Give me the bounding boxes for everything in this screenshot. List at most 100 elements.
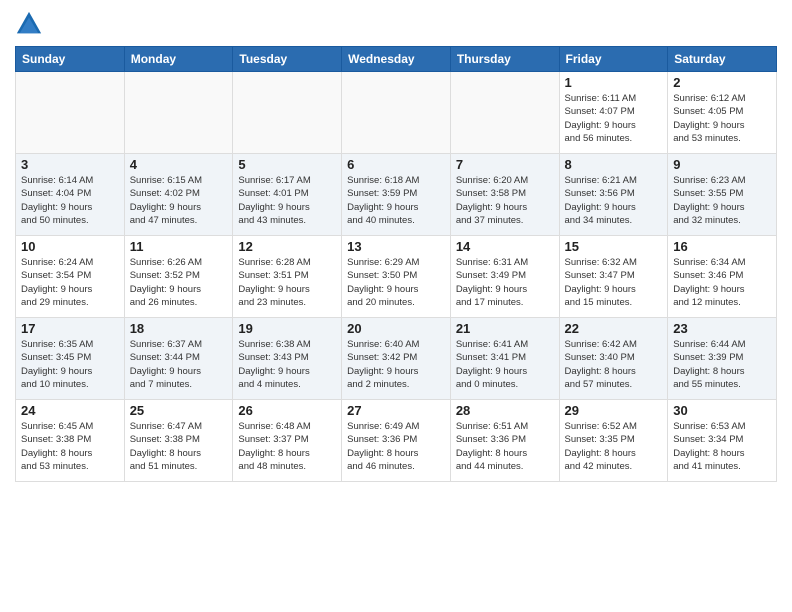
calendar-day-cell: 13 Sunrise: 6:29 AM Sunset: 3:50 PM Dayli… bbox=[342, 236, 451, 318]
day-info: Sunrise: 6:28 AM Sunset: 3:51 PM Dayligh… bbox=[238, 256, 336, 309]
day-info: Sunrise: 6:17 AM Sunset: 4:01 PM Dayligh… bbox=[238, 174, 336, 227]
calendar-day-cell: 17 Sunrise: 6:35 AM Sunset: 3:45 PM Dayli… bbox=[16, 318, 125, 400]
day-info: Sunrise: 6:41 AM Sunset: 3:41 PM Dayligh… bbox=[456, 338, 554, 391]
day-info: Sunrise: 6:42 AM Sunset: 3:40 PM Dayligh… bbox=[565, 338, 663, 391]
calendar-day-cell: 16Sunrise: 6:34 AM Sunset: 3:46 PM Dayli… bbox=[668, 236, 777, 318]
day-info: Sunrise: 6:37 AM Sunset: 3:44 PM Dayligh… bbox=[130, 338, 228, 391]
day-info: Sunrise: 6:51 AM Sunset: 3:36 PM Dayligh… bbox=[456, 420, 554, 473]
calendar-day-cell: 28 Sunrise: 6:51 AM Sunset: 3:36 PM Dayli… bbox=[450, 400, 559, 482]
calendar-day-header: Tuesday bbox=[233, 47, 342, 72]
day-number: 29 bbox=[565, 403, 663, 418]
day-info: Sunrise: 6:18 AM Sunset: 3:59 PM Dayligh… bbox=[347, 174, 445, 227]
day-info: Sunrise: 6:23 AM Sunset: 3:55 PM Dayligh… bbox=[673, 174, 771, 227]
day-number: 7 bbox=[456, 157, 554, 172]
day-info: Sunrise: 6:29 AM Sunset: 3:50 PM Dayligh… bbox=[347, 256, 445, 309]
day-number: 2 bbox=[673, 75, 771, 90]
logo bbox=[15, 10, 47, 38]
day-info: Sunrise: 6:52 AM Sunset: 3:35 PM Dayligh… bbox=[565, 420, 663, 473]
calendar-day-cell: 15Sunrise: 6:32 AM Sunset: 3:47 PM Dayli… bbox=[559, 236, 668, 318]
calendar-day-cell: 9 Sunrise: 6:23 AM Sunset: 3:55 PM Daylig… bbox=[668, 154, 777, 236]
day-number: 15 bbox=[565, 239, 663, 254]
calendar-day-cell: 26Sunrise: 6:48 AM Sunset: 3:37 PM Dayli… bbox=[233, 400, 342, 482]
day-info: Sunrise: 6:40 AM Sunset: 3:42 PM Dayligh… bbox=[347, 338, 445, 391]
day-info: Sunrise: 6:44 AM Sunset: 3:39 PM Dayligh… bbox=[673, 338, 771, 391]
calendar-day-header: Thursday bbox=[450, 47, 559, 72]
calendar-day-cell: 1 Sunrise: 6:11 AM Sunset: 4:07 PM Daylig… bbox=[559, 72, 668, 154]
day-number: 9 bbox=[673, 157, 771, 172]
day-number: 1 bbox=[565, 75, 663, 90]
calendar-day-header: Saturday bbox=[668, 47, 777, 72]
day-info: Sunrise: 6:45 AM Sunset: 3:38 PM Dayligh… bbox=[21, 420, 119, 473]
calendar-day-cell bbox=[233, 72, 342, 154]
calendar-day-cell: 10 Sunrise: 6:24 AM Sunset: 3:54 PM Dayli… bbox=[16, 236, 125, 318]
calendar-day-cell: 19 Sunrise: 6:38 AM Sunset: 3:43 PM Dayli… bbox=[233, 318, 342, 400]
calendar-day-cell: 12 Sunrise: 6:28 AM Sunset: 3:51 PM Dayli… bbox=[233, 236, 342, 318]
day-number: 6 bbox=[347, 157, 445, 172]
day-info: Sunrise: 6:24 AM Sunset: 3:54 PM Dayligh… bbox=[21, 256, 119, 309]
day-info: Sunrise: 6:47 AM Sunset: 3:38 PM Dayligh… bbox=[130, 420, 228, 473]
day-number: 10 bbox=[21, 239, 119, 254]
day-number: 18 bbox=[130, 321, 228, 336]
day-number: 20 bbox=[347, 321, 445, 336]
day-info: Sunrise: 6:31 AM Sunset: 3:49 PM Dayligh… bbox=[456, 256, 554, 309]
day-number: 3 bbox=[21, 157, 119, 172]
day-info: Sunrise: 6:11 AM Sunset: 4:07 PM Dayligh… bbox=[565, 92, 663, 145]
day-number: 24 bbox=[21, 403, 119, 418]
day-number: 8 bbox=[565, 157, 663, 172]
day-number: 16 bbox=[673, 239, 771, 254]
day-info: Sunrise: 6:12 AM Sunset: 4:05 PM Dayligh… bbox=[673, 92, 771, 145]
day-info: Sunrise: 6:35 AM Sunset: 3:45 PM Dayligh… bbox=[21, 338, 119, 391]
calendar-day-header: Wednesday bbox=[342, 47, 451, 72]
page: SundayMondayTuesdayWednesdayThursdayFrid… bbox=[0, 0, 792, 612]
calendar-day-cell: 11Sunrise: 6:26 AM Sunset: 3:52 PM Dayli… bbox=[124, 236, 233, 318]
day-number: 17 bbox=[21, 321, 119, 336]
day-number: 19 bbox=[238, 321, 336, 336]
day-info: Sunrise: 6:38 AM Sunset: 3:43 PM Dayligh… bbox=[238, 338, 336, 391]
calendar-day-cell: 29 Sunrise: 6:52 AM Sunset: 3:35 PM Dayli… bbox=[559, 400, 668, 482]
day-number: 21 bbox=[456, 321, 554, 336]
day-number: 30 bbox=[673, 403, 771, 418]
day-info: Sunrise: 6:21 AM Sunset: 3:56 PM Dayligh… bbox=[565, 174, 663, 227]
calendar-week-row: 3Sunrise: 6:14 AM Sunset: 4:04 PM Daylig… bbox=[16, 154, 777, 236]
calendar-day-cell bbox=[342, 72, 451, 154]
header bbox=[15, 10, 777, 38]
calendar-day-header: Sunday bbox=[16, 47, 125, 72]
calendar-day-header: Friday bbox=[559, 47, 668, 72]
calendar-day-cell: 25 Sunrise: 6:47 AM Sunset: 3:38 PM Dayli… bbox=[124, 400, 233, 482]
day-number: 27 bbox=[347, 403, 445, 418]
calendar-day-cell: 6 Sunrise: 6:18 AM Sunset: 3:59 PM Daylig… bbox=[342, 154, 451, 236]
calendar-day-cell bbox=[16, 72, 125, 154]
calendar-day-cell: 5 Sunrise: 6:17 AM Sunset: 4:01 PM Daylig… bbox=[233, 154, 342, 236]
day-number: 12 bbox=[238, 239, 336, 254]
calendar-day-cell: 4 Sunrise: 6:15 AM Sunset: 4:02 PM Daylig… bbox=[124, 154, 233, 236]
calendar-header-row: SundayMondayTuesdayWednesdayThursdayFrid… bbox=[16, 47, 777, 72]
day-number: 23 bbox=[673, 321, 771, 336]
calendar-week-row: 24 Sunrise: 6:45 AM Sunset: 3:38 PM Dayli… bbox=[16, 400, 777, 482]
day-info: Sunrise: 6:49 AM Sunset: 3:36 PM Dayligh… bbox=[347, 420, 445, 473]
calendar-day-cell: 27 Sunrise: 6:49 AM Sunset: 3:36 PM Dayli… bbox=[342, 400, 451, 482]
calendar-day-cell: 22 Sunrise: 6:42 AM Sunset: 3:40 PM Dayli… bbox=[559, 318, 668, 400]
calendar-day-cell: 30Sunrise: 6:53 AM Sunset: 3:34 PM Dayli… bbox=[668, 400, 777, 482]
day-info: Sunrise: 6:48 AM Sunset: 3:37 PM Dayligh… bbox=[238, 420, 336, 473]
calendar-day-cell: 2 Sunrise: 6:12 AM Sunset: 4:05 PM Daylig… bbox=[668, 72, 777, 154]
calendar-week-row: 17 Sunrise: 6:35 AM Sunset: 3:45 PM Dayli… bbox=[16, 318, 777, 400]
day-number: 28 bbox=[456, 403, 554, 418]
calendar-day-cell: 14Sunrise: 6:31 AM Sunset: 3:49 PM Dayli… bbox=[450, 236, 559, 318]
calendar: SundayMondayTuesdayWednesdayThursdayFrid… bbox=[15, 46, 777, 482]
calendar-day-cell: 21 Sunrise: 6:41 AM Sunset: 3:41 PM Dayli… bbox=[450, 318, 559, 400]
day-info: Sunrise: 6:15 AM Sunset: 4:02 PM Dayligh… bbox=[130, 174, 228, 227]
calendar-day-cell: 23 Sunrise: 6:44 AM Sunset: 3:39 PM Dayli… bbox=[668, 318, 777, 400]
logo-icon bbox=[15, 10, 43, 38]
day-info: Sunrise: 6:20 AM Sunset: 3:58 PM Dayligh… bbox=[456, 174, 554, 227]
calendar-day-cell: 3Sunrise: 6:14 AM Sunset: 4:04 PM Daylig… bbox=[16, 154, 125, 236]
calendar-day-cell: 7 Sunrise: 6:20 AM Sunset: 3:58 PM Daylig… bbox=[450, 154, 559, 236]
calendar-day-cell: 20 Sunrise: 6:40 AM Sunset: 3:42 PM Dayli… bbox=[342, 318, 451, 400]
day-number: 25 bbox=[130, 403, 228, 418]
day-number: 4 bbox=[130, 157, 228, 172]
calendar-day-header: Monday bbox=[124, 47, 233, 72]
day-number: 5 bbox=[238, 157, 336, 172]
calendar-week-row: 10 Sunrise: 6:24 AM Sunset: 3:54 PM Dayli… bbox=[16, 236, 777, 318]
day-number: 13 bbox=[347, 239, 445, 254]
day-number: 22 bbox=[565, 321, 663, 336]
calendar-day-cell bbox=[124, 72, 233, 154]
